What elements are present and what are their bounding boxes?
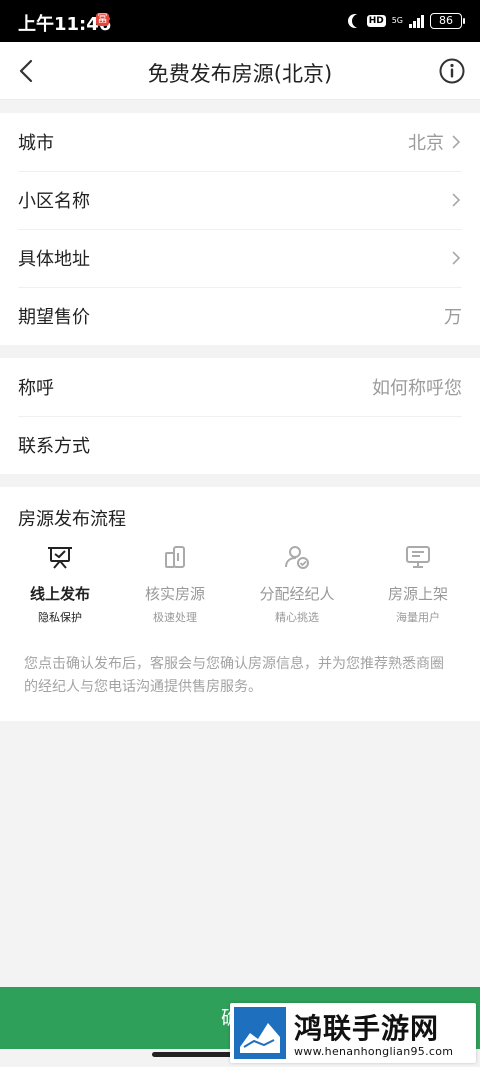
name-row[interactable]: 称呼 如何称呼您	[0, 358, 480, 416]
step-verify: 核实房源 极速处理	[115, 543, 235, 625]
info-circle-icon[interactable]	[438, 57, 466, 85]
community-label: 小区名称	[18, 191, 90, 212]
name-input[interactable]: 如何称呼您	[372, 374, 462, 400]
step-publish: 线上发布 隐私保护	[0, 543, 120, 625]
chevron-right-icon	[452, 193, 461, 207]
step-list: 房源上架 海量用户	[358, 543, 478, 625]
contact-form: 称呼 如何称呼您 联系方式	[0, 358, 480, 474]
step-sub: 海量用户	[396, 611, 440, 624]
agent-check-icon	[285, 546, 309, 569]
price-unit: 万	[444, 307, 462, 328]
hd-icon: HD	[366, 15, 386, 27]
network-label: 5G	[391, 16, 403, 25]
chevron-right-icon	[452, 251, 461, 265]
community-row[interactable]: 小区名称	[0, 171, 480, 229]
signal-icon	[409, 14, 424, 28]
phone-label: 联系方式	[18, 436, 90, 457]
battery-icon: 86	[430, 13, 465, 29]
price-label: 期望售价	[18, 307, 90, 328]
step-label: 房源上架	[387, 585, 448, 603]
chevron-right-icon	[452, 135, 461, 149]
price-row[interactable]: 期望售价 万	[0, 287, 480, 345]
watermark-logo-icon	[234, 1007, 286, 1059]
process-note: 您点击确认发布后，客服会与您确认房源信息，并为您推荐熟悉商圈的经纪人与您电话沟通…	[24, 656, 444, 695]
moon-icon	[352, 14, 366, 28]
building-icon	[165, 546, 185, 568]
step-sub: 精心挑选	[275, 611, 319, 624]
name-label: 称呼	[18, 378, 54, 399]
city-row[interactable]: 城市 北京	[0, 113, 480, 171]
status-indicators: HD 5G 86	[347, 9, 465, 33]
city-value: 北京	[408, 133, 444, 154]
step-label: 分配经纪人	[259, 585, 335, 603]
page-title: 免费发布房源(北京)	[147, 62, 333, 86]
monitor-icon	[406, 546, 430, 568]
step-label: 线上发布	[29, 585, 90, 603]
step-label: 核实房源	[144, 585, 205, 603]
watermark-url: www.henanhonglian95.com	[294, 1045, 454, 1058]
step-sub: 隐私保护	[38, 611, 82, 624]
watermark-title: 鸿联手游网	[294, 1012, 440, 1045]
notification-app-icon: 冨	[96, 13, 109, 26]
address-row[interactable]: 具体地址	[0, 229, 480, 287]
watermark: 鸿联手游网 www.henanhonglian95.com	[230, 1003, 476, 1063]
nav-bar: 免费发布房源(北京)	[0, 42, 480, 100]
process-steps: 线上发布 隐私保护 核实房源 极速处理 分配经纪人 精心挑选 房源上架 海量用户	[0, 543, 480, 633]
property-form: 城市 北京 小区名称 具体地址 期望售价 万	[0, 113, 480, 345]
step-assign: 分配经纪人 精心挑选	[237, 543, 357, 625]
process-section: 房源发布流程 线上发布 隐私保护 核实房源 极速处理 分配经纪人 精心挑选 房源…	[0, 487, 480, 721]
process-title: 房源发布流程	[18, 509, 126, 530]
status-bar: 上午11:46 冨 HD 5G 86	[0, 0, 480, 42]
city-label: 城市	[18, 133, 54, 154]
phone-row[interactable]: 联系方式	[0, 416, 480, 474]
step-sub: 极速处理	[153, 611, 197, 624]
address-label: 具体地址	[18, 249, 90, 270]
publish-board-icon	[48, 547, 72, 569]
